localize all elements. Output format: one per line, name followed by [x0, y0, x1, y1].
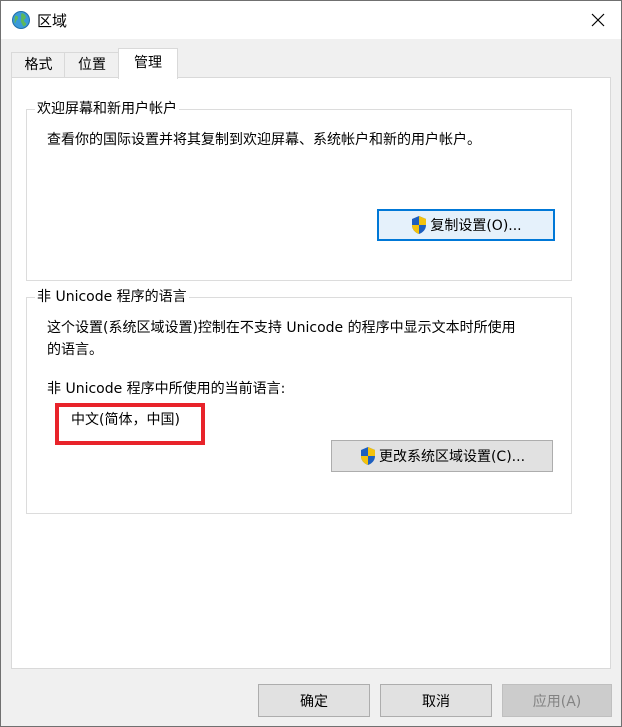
non-unicode-description-line1: 这个设置(系统区域设置)控制在不支持 Unicode 的程序中显示文本时所使用 — [47, 320, 516, 336]
globe-icon — [11, 10, 31, 30]
uac-shield-icon — [412, 216, 427, 234]
tab-location[interactable]: 位置 — [64, 52, 120, 78]
change-system-locale-label: 更改系统区域设置(C)... — [378, 449, 526, 465]
copy-settings-button[interactable]: 复制设置(O)... — [377, 209, 555, 241]
ok-button[interactable]: 确定 — [258, 684, 370, 717]
region-dialog: 区域 格式 位置 管理 欢迎屏幕和新用户帐户 查看你的国际设置并将其复制到欢迎屏… — [0, 0, 622, 727]
tab-format[interactable]: 格式 — [11, 52, 66, 78]
tab-panel-administrative: 欢迎屏幕和新用户帐户 查看你的国际设置并将其复制到欢迎屏幕、系统帐户和新的用户帐… — [11, 77, 611, 669]
current-language-label: 非 Unicode 程序中所使用的当前语言: — [47, 381, 286, 397]
apply-button[interactable]: 应用(A) — [502, 684, 612, 717]
tab-administrative[interactable]: 管理 — [118, 48, 178, 79]
non-unicode-group-title: 非 Unicode 程序的语言 — [35, 288, 189, 306]
cancel-button[interactable]: 取消 — [380, 684, 492, 717]
close-icon — [591, 13, 605, 27]
copy-settings-label: 复制设置(O)... — [430, 218, 522, 234]
welcome-screen-group: 欢迎屏幕和新用户帐户 查看你的国际设置并将其复制到欢迎屏幕、系统帐户和新的用户帐… — [26, 100, 572, 281]
title-bar: 区域 — [1, 1, 621, 39]
close-button[interactable] — [575, 1, 621, 39]
window-title: 区域 — [37, 12, 68, 30]
non-unicode-description-line2: 的语言。 — [47, 342, 103, 358]
welcome-description: 查看你的国际设置并将其复制到欢迎屏幕、系统帐户和新的用户帐户。 — [47, 132, 481, 148]
welcome-group-title: 欢迎屏幕和新用户帐户 — [35, 100, 179, 118]
change-system-locale-button[interactable]: 更改系统区域设置(C)... — [331, 440, 553, 472]
uac-shield-icon — [360, 447, 375, 465]
annotation-highlight-box — [55, 403, 205, 445]
